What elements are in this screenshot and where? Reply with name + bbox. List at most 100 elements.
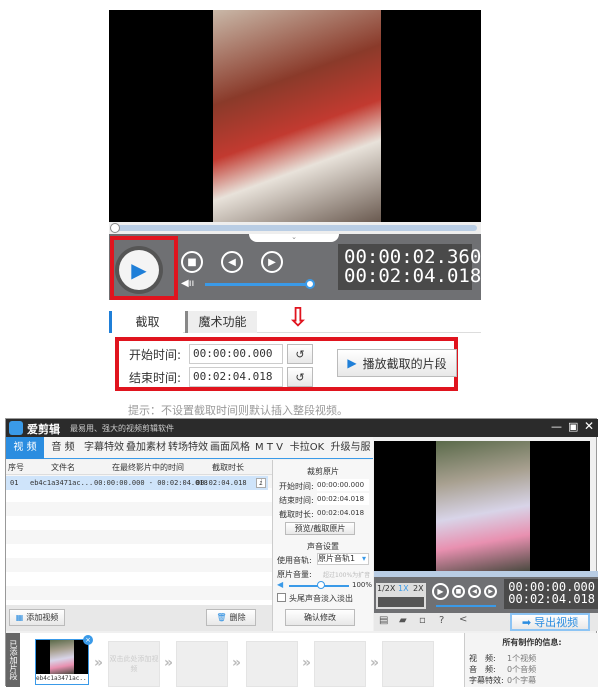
speed-2x[interactable]: 2X <box>413 584 424 593</box>
track-select[interactable]: 原片音轨1 ▾ <box>317 553 369 565</box>
total-time: 00:02:04.018 <box>344 265 482 287</box>
volume-label: 原片音量: <box>277 570 312 579</box>
title-bar: 爱剪辑 最易用、强大的视频剪辑软件 — ▣ ✕ <box>6 419 598 437</box>
remove-clip-icon[interactable]: × <box>83 635 93 645</box>
tab-audio[interactable]: 音 频 <box>48 437 78 459</box>
play-highlight <box>110 236 178 300</box>
close-button[interactable]: ✕ <box>584 419 594 433</box>
end-time-label: 结束时间: <box>129 371 182 385</box>
clip-thumbnail[interactable]: eb4c1a3471ac... × <box>35 635 93 685</box>
set-start-time-icon[interactable]: ↺ <box>287 344 313 364</box>
speed-1x[interactable]: 1X <box>398 584 409 593</box>
next-frame-button[interactable]: ▶ <box>261 251 283 273</box>
tab-upgrade[interactable]: 升级与服务 <box>328 437 373 475</box>
track-value: 原片音轨1 <box>318 554 356 563</box>
app-volume-slider[interactable] <box>436 605 496 607</box>
clip-section-title: 裁剪原片 <box>307 467 339 476</box>
volume-hint: 超过100%为扩音 <box>323 572 371 579</box>
app-prev-button[interactable]: ◀ <box>468 585 481 598</box>
info-audio-label: 音 频: <box>469 665 496 674</box>
table-row[interactable]: 01 eb4c1a3471ac... 00:00:00.000 - 00:02:… <box>6 476 268 490</box>
tab-subtitle[interactable]: 字幕特效 <box>84 437 124 459</box>
chevron-icon: » <box>370 655 380 671</box>
table-toolbar: ▦ 添加视频 🗑 删除 <box>6 605 272 631</box>
col-filename: 文件名 <box>51 463 75 472</box>
app-play-button[interactable]: ▶ <box>432 583 449 600</box>
info-icon[interactable]: i <box>256 478 266 488</box>
speaker-icon: ◀ <box>277 580 284 589</box>
export-icon: ➡ <box>521 615 532 629</box>
export-button[interactable]: ➡ 导出视频 <box>510 613 590 631</box>
volume-icon[interactable]: ◀ıı <box>181 278 194 289</box>
share-icon[interactable]: < <box>459 614 467 625</box>
video-frame <box>213 10 381 222</box>
speed-slider[interactable] <box>378 597 424 607</box>
tab-capture[interactable]: 截取 <box>109 311 183 333</box>
panel-start-label: 开始时间: <box>279 482 314 491</box>
tab-overlay[interactable]: 叠加素材 <box>126 437 166 459</box>
time-display: 00:00:02.360 00:02:04.018 <box>338 244 482 290</box>
panel-volume-handle[interactable] <box>317 581 325 589</box>
app-stop-button[interactable]: ■ <box>452 585 465 598</box>
play-clip-label: 播放截取的片段 <box>362 356 447 371</box>
fade-checkbox[interactable] <box>277 593 286 602</box>
end-time-input[interactable]: 00:02:04.018 <box>189 367 283 387</box>
empty-slot[interactable] <box>382 641 434 687</box>
add-video-button[interactable]: ▦ 添加视频 <box>9 609 65 626</box>
collapse-chevron-icon[interactable]: ⌄ <box>249 234 339 242</box>
hint-text: 提示：不设置截取时间则默认插入整段视频。 <box>128 404 348 417</box>
row-filename: eb4c1a3471ac... <box>30 479 94 487</box>
tab-transition[interactable]: 转场特效 <box>168 437 208 459</box>
add-clip-slot[interactable]: 双击此处添加视频 <box>108 641 160 687</box>
snapshot-icon[interactable]: ▤ <box>379 615 388 626</box>
sound-section-title: 声音设置 <box>307 542 339 551</box>
prev-frame-button[interactable]: ◀ <box>221 251 243 273</box>
help-icon[interactable]: ? <box>439 615 444 626</box>
app-next-button[interactable]: ▶ <box>484 585 497 598</box>
folder-icon[interactable]: ▰ <box>399 615 407 626</box>
start-time-input[interactable]: 00:00:00.000 <box>189 344 283 364</box>
tab-mtv[interactable]: M T V <box>252 437 286 459</box>
empty-slot[interactable] <box>176 641 228 687</box>
play-clip-button[interactable]: ▶ 播放截取的片段 <box>337 349 457 377</box>
panel-end-label: 结束时间: <box>279 496 314 505</box>
tab-karaoke[interactable]: 卡拉OK <box>288 437 326 459</box>
trash-icon: 🗑 <box>216 613 227 622</box>
app-time-display: 00:00:00.000 00:02:04.018 <box>504 579 598 609</box>
confirm-button[interactable]: 确认修改 <box>285 609 355 626</box>
tab-style[interactable]: 画面风格 <box>210 437 250 459</box>
preview-clip-button[interactable]: 预览/截取原片 <box>285 522 355 535</box>
empty-slot[interactable] <box>314 641 366 687</box>
app-slogan: 最易用、强大的视频剪辑软件 <box>70 424 174 433</box>
row-time: 00:00:00.000 - 00:02:04.018 <box>94 479 208 487</box>
settings-panel: 裁剪原片 开始时间: 00:00:00.000 结束时间: 00:02:04.0… <box>272 460 373 631</box>
panel-end-input[interactable]: 00:02:04.018 <box>317 493 369 505</box>
start-time-label: 开始时间: <box>129 348 182 362</box>
progress-handle[interactable] <box>110 223 120 233</box>
col-duration: 截取时长 <box>212 463 244 472</box>
minimize-button[interactable]: — <box>551 420 562 433</box>
set-end-time-icon[interactable]: ↺ <box>287 367 313 387</box>
volume-handle[interactable] <box>305 279 315 289</box>
speed-half[interactable]: 1/2X <box>377 584 395 593</box>
volume-slider[interactable] <box>205 283 311 286</box>
app-total-time: 00:02:04.018 <box>508 592 595 606</box>
delete-label: 删除 <box>229 613 246 622</box>
timeline-label: 已添加片段 <box>6 633 20 687</box>
row-duration: 00:02:04.018 <box>196 479 247 487</box>
stop-button[interactable]: ■ <box>181 251 203 273</box>
save-icon[interactable]: ▫ <box>419 615 426 626</box>
empty-slot[interactable] <box>246 641 298 687</box>
maximize-button[interactable]: ▣ <box>568 420 578 433</box>
tab-video[interactable]: 视 频 <box>6 437 44 459</box>
tab-magic[interactable]: 魔术功能 <box>185 311 257 333</box>
timeline: 已添加片段 eb4c1a3471ac... × » 双击此处添加视频 » » »… <box>6 633 598 687</box>
panel-start-input[interactable]: 00:00:00.000 <box>317 479 369 491</box>
dropdown-icon: ▾ <box>361 554 366 563</box>
down-arrow-icon: ⇩ <box>287 303 309 333</box>
main-tabs: 视 频 音 频 字幕特效 叠加素材 转场特效 画面风格 M T V 卡拉OK 升… <box>6 437 373 475</box>
chevron-icon: » <box>94 655 104 671</box>
delete-button[interactable]: 🗑 删除 <box>206 609 256 626</box>
chevron-icon: » <box>302 655 312 671</box>
panel-dur-label: 截取时长: <box>279 510 314 519</box>
